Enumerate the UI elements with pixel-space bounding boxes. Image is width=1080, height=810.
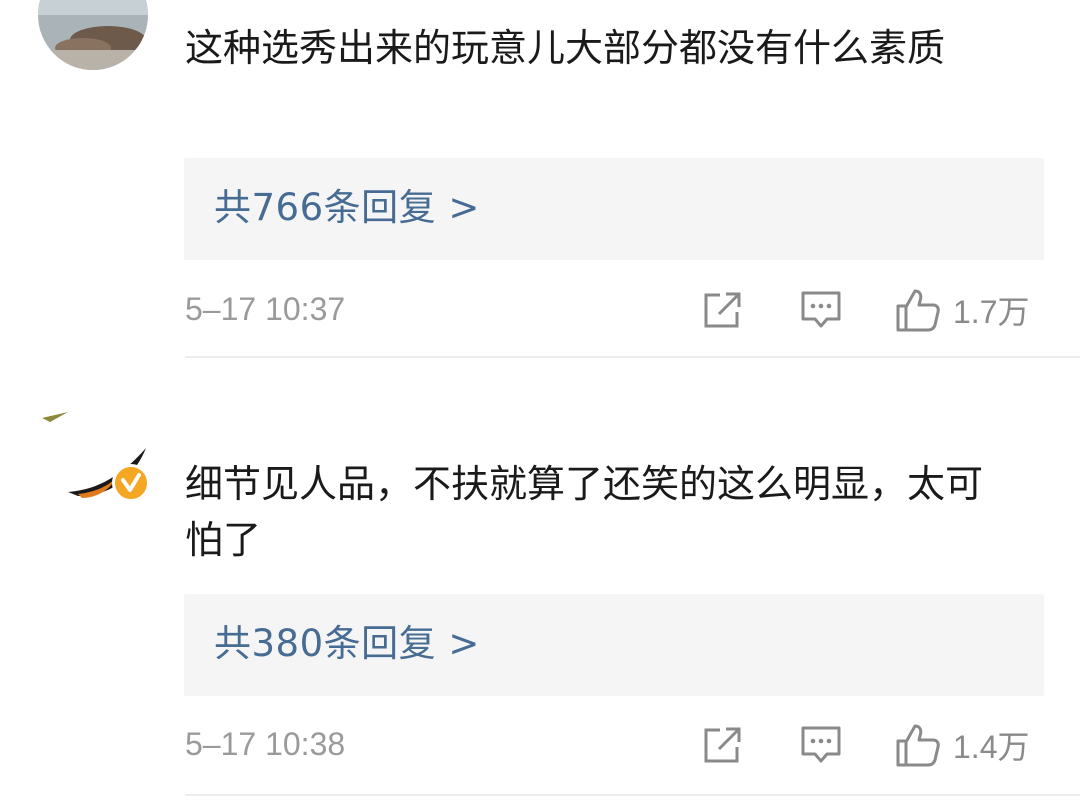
- comment-timestamp: 5–17 10:38: [185, 726, 346, 762]
- share-icon: [704, 292, 741, 328]
- share-button[interactable]: [702, 720, 744, 770]
- share-button[interactable]: [702, 285, 744, 335]
- like-button[interactable]: 1.7万: [895, 285, 1030, 335]
- view-replies-link[interactable]: 共766条回复 >: [214, 186, 480, 230]
- user-avatar[interactable]: [38, 0, 148, 70]
- comment-meta: 5–17 10:37 1.7万: [185, 285, 1045, 335]
- divider: [185, 356, 1080, 358]
- thumbs-up-icon: [896, 724, 940, 767]
- comment-text: 这种选秀出来的玩意儿大部分都没有什么素质: [185, 26, 946, 70]
- like-button[interactable]: 1.4万: [895, 720, 1030, 770]
- thumbs-up-icon: [896, 289, 940, 332]
- share-icon: [704, 727, 741, 763]
- comment-1: 这种选秀出来的玩意儿大部分都没有什么素质 共766条回复 > 5–17 10:3…: [0, 0, 1080, 360]
- verified-badge-icon: [112, 464, 150, 502]
- divider: [185, 794, 1080, 796]
- comment-text: 细节见人品，不扶就算了还笑的这么明显，太可怕了: [185, 462, 984, 562]
- comment-button[interactable]: [800, 720, 842, 770]
- comment-icon: [801, 291, 841, 328]
- comment-icon: [801, 726, 841, 763]
- comment-meta: 5–17 10:38 1.4万: [185, 720, 1045, 770]
- like-count: 1.4万: [953, 729, 1030, 765]
- like-count: 1.7万: [953, 294, 1030, 330]
- comment-2: 细节见人品，不扶就算了还笑的这么明显，太可怕了 共380条回复 > 5–17 1…: [0, 360, 1080, 810]
- comment-timestamp: 5–17 10:37: [185, 291, 346, 327]
- replies-box[interactable]: 共766条回复 >: [184, 158, 1044, 260]
- view-replies-link[interactable]: 共380条回复 >: [214, 622, 480, 666]
- comment-button[interactable]: [800, 285, 842, 335]
- replies-box[interactable]: 共380条回复 >: [184, 594, 1044, 696]
